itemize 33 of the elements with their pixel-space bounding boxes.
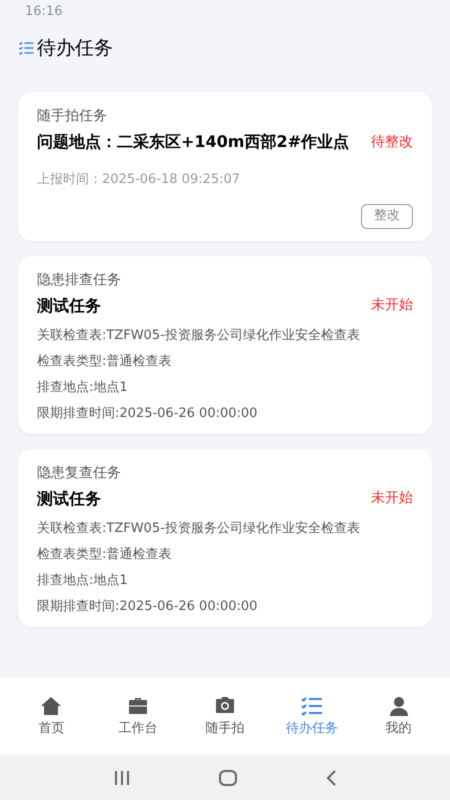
task-title: 测试任务 — [37, 488, 101, 510]
task-detail: 检查表类型:普通检查表 — [37, 352, 172, 370]
task-status: 未开始 — [371, 296, 413, 315]
task-detail: 限期排查时间:2025-06-26 00:00:00 — [37, 404, 258, 422]
task-card[interactable]: 隐患排查任务 测试任务 未开始 关联检查表:TZFW05-投资服务公司绿化作业安全检查表 检查表类型:普通检查表 排查地点:地点1 限期排查时间:2025-06-26 00:00:00 — [18, 256, 432, 434]
task-detail: 排查地点:地点1 — [37, 378, 129, 396]
tab-item[interactable]: 首页 — [11, 694, 92, 738]
home-button-icon[interactable] — [218, 768, 238, 786]
task-title: 测试任务 — [37, 294, 101, 316]
task-card[interactable]: 隐患复查任务 测试任务 未开始 关联检查表:TZFW05-投资服务公司绿化作业安全检查表 检查表类型:普通检查表 排查地点:地点1 限期排查时间:2025-06-26 00:00:00 — [18, 448, 432, 626]
task-title: 问题地点：二采东区+140m西部2#作业点 — [37, 131, 350, 153]
task-detail: 限期排查时间:2025-06-26 00:00:00 — [37, 598, 258, 614]
task-detail: 关联检查表:TZFW05-投资服务公司绿化作业安全检查表 — [37, 520, 361, 536]
report-time: 上报时间：2025-06-18 09:25:07 — [37, 171, 242, 189]
tab-item[interactable]: 我的 — [358, 694, 439, 738]
task-detail: 排查地点:地点1 — [37, 572, 129, 588]
task-card[interactable]: 随手拍任务 问题地点：二采东区+140m西部2#作业点 待整改 上报时间：2025-06-18 09:25:07 整改 — [18, 92, 432, 240]
task-status: 待整改 — [371, 132, 413, 152]
tab-item[interactable]: 待办任务 — [272, 694, 352, 738]
status-time: 16:16 — [25, 3, 62, 22]
back-icon[interactable] — [324, 770, 337, 786]
tab-item[interactable]: 工作台 — [98, 694, 178, 738]
rectify-button[interactable]: 整改 — [361, 204, 413, 228]
list-icon — [18, 41, 35, 55]
recent-apps-icon[interactable] — [113, 770, 132, 786]
task-status: 未开始 — [371, 489, 413, 508]
task-detail: 关联检查表:TZFW05-投资服务公司绿化作业安全检查表 — [37, 326, 361, 344]
task-detail: 检查表类型:普通检查表 — [37, 546, 172, 562]
tab-item[interactable]: 随手拍 — [184, 694, 265, 738]
task-category: 随手拍任务 — [37, 107, 108, 126]
task-category: 隐患复查任务 — [37, 464, 122, 482]
task-category: 隐患排查任务 — [37, 270, 122, 290]
page-title: 待办任务 — [37, 36, 113, 61]
